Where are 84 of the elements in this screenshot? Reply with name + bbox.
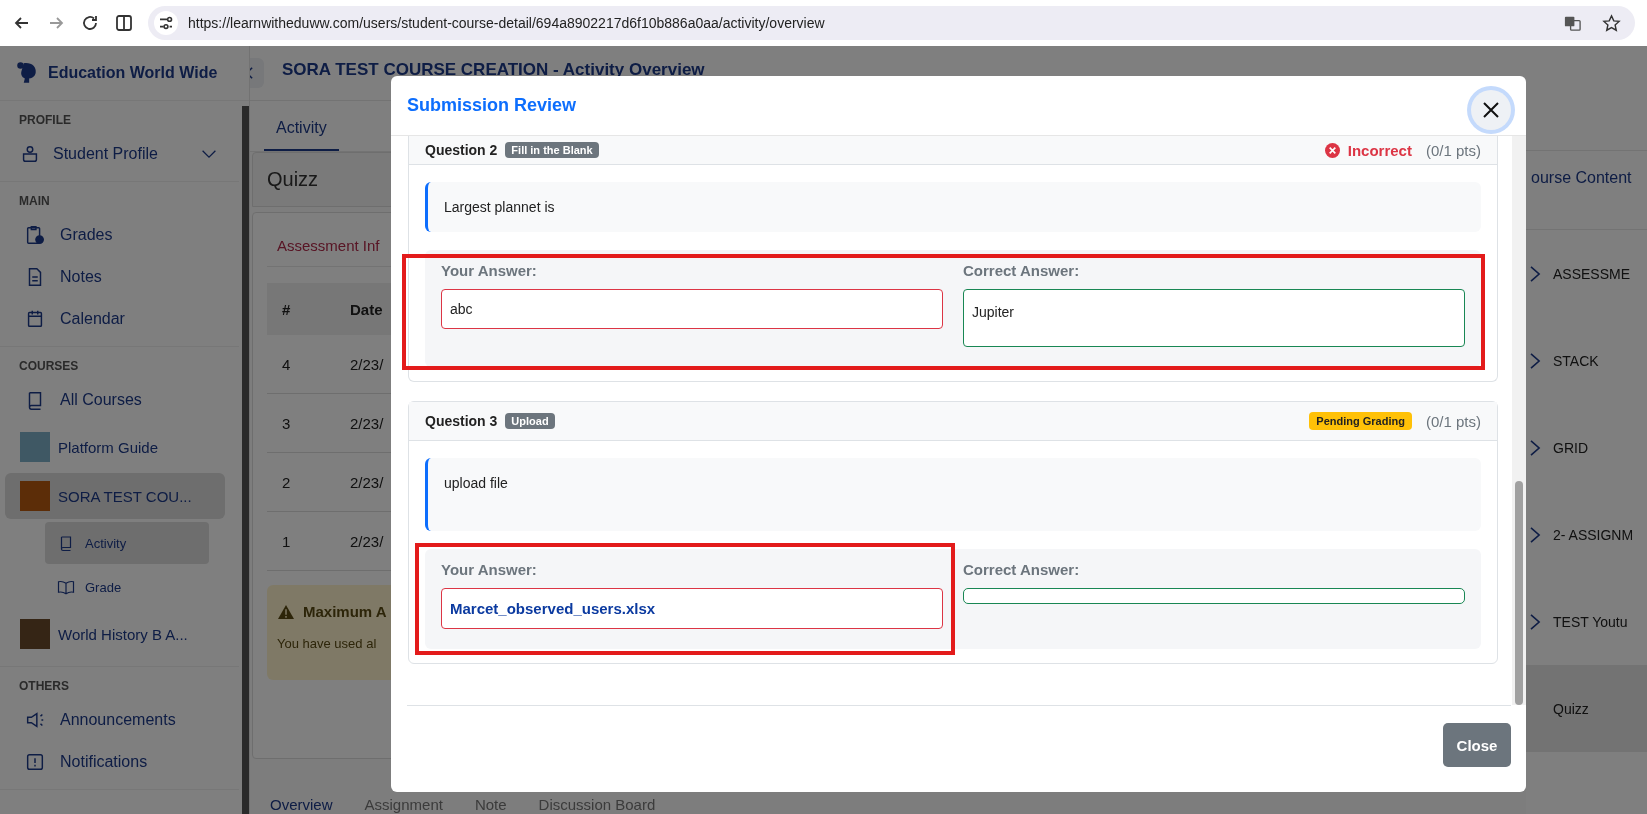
table-cell-text: 1	[281, 532, 292, 550]
scrollbar[interactable]	[242, 106, 249, 814]
nav-item[interactable]: Notifications	[0, 741, 239, 783]
nav-item[interactable]: Calendar	[0, 298, 239, 340]
table-cell: 2/23/	[350, 473, 384, 491]
sub-nav-item[interactable]: Activity	[45, 522, 209, 564]
close-button[interactable]: Close	[1443, 723, 1511, 767]
nav-item[interactable]: Student Profile	[0, 133, 239, 175]
content-item[interactable]: STACK	[1526, 317, 1647, 404]
tab[interactable]: Note	[474, 797, 507, 813]
section-title: Quizz	[267, 168, 319, 191]
table-cell-text: 2	[281, 473, 292, 491]
chevron-icon	[1530, 525, 1541, 544]
tab[interactable]: Overview	[270, 797, 333, 813]
answer-label: Your Answer:	[441, 561, 538, 578]
brand-name: Education World Wide	[48, 64, 218, 82]
error-icon	[1324, 142, 1340, 158]
section-heading: OTHERS	[18, 679, 70, 693]
alert-title: Maximum A	[303, 603, 387, 620]
course-thumbnail	[20, 432, 50, 462]
course-thumbnail	[20, 481, 50, 511]
table-cell-text: 3	[281, 414, 292, 432]
table-cell: 2/23/	[350, 355, 384, 373]
reload-icon[interactable]	[80, 13, 100, 33]
course-item[interactable]: SORA TEST COU...	[5, 473, 225, 519]
status-badge: Pending Grading	[1309, 412, 1412, 430]
address-bar[interactable]: https://learnwitheduww.com/users/student-course-detail/694a8902217d6f10b886a0aa/activity/overview	[148, 6, 1635, 40]
section-heading: COURSES	[18, 359, 80, 373]
nav-item[interactable]: Grades	[0, 214, 239, 256]
section-heading: MAIN	[18, 194, 51, 208]
warning-icon	[277, 603, 295, 620]
open-book-icon	[57, 578, 75, 596]
close-icon	[1481, 99, 1501, 120]
content-item[interactable]: Quizz	[1526, 665, 1647, 752]
column-header: #	[281, 300, 292, 318]
question-label: Question 2	[425, 142, 498, 158]
prompt-text: upload file	[444, 475, 508, 491]
prompt-text: Largest plannet is	[444, 199, 555, 215]
content-item[interactable]: ASSESSME	[1526, 230, 1647, 317]
table-cell-text: 4	[281, 355, 292, 373]
nav-item[interactable]: Announcements	[0, 699, 239, 741]
section-heading: PROFILE	[18, 113, 72, 127]
answer-label: Correct Answer:	[963, 561, 1081, 578]
your-answer-box: Marcet_observed_users.xlsx	[441, 588, 943, 629]
content-item[interactable]: GRID	[1526, 404, 1647, 491]
points: (0/1 pts)	[1425, 141, 1481, 159]
answer-label: Your Answer:	[441, 262, 538, 279]
close-button[interactable]	[1471, 89, 1511, 130]
chevron-icon[interactable]	[201, 149, 217, 159]
your-answer-box: abc	[441, 289, 943, 329]
question-label: Question 3	[425, 413, 498, 429]
table-cell: 2/23/	[350, 532, 384, 550]
content-item[interactable]: TEST Youtu	[1526, 578, 1647, 665]
alert-text: You have used al	[277, 636, 378, 651]
question-type-badge: Upload	[505, 413, 555, 429]
table-cell: 2/23/	[350, 414, 384, 432]
column-header: Date	[350, 300, 383, 318]
modal-title: Submission Review	[407, 95, 577, 116]
points: (0/1 pts)	[1425, 412, 1481, 430]
site-settings-icon[interactable]	[154, 11, 178, 35]
course-item[interactable]: World History B A...	[5, 611, 225, 657]
question-type-badge: Fill in the Blank	[505, 142, 599, 158]
page-title: SORA TEST COURSE CREATION - Activity Overview	[282, 60, 705, 80]
course-thumbnail	[20, 619, 50, 649]
nav-item[interactable]: Notes	[0, 256, 239, 298]
chevron-icon	[1530, 438, 1541, 457]
chevron-icon	[1530, 351, 1541, 370]
scrollbar[interactable]	[1512, 136, 1526, 705]
answer-label: Correct Answer:	[963, 262, 1081, 279]
megaphone-icon	[24, 709, 46, 731]
star-icon[interactable]	[1602, 13, 1621, 33]
chevron-icon	[1530, 612, 1541, 631]
grades-icon	[24, 224, 46, 246]
tab[interactable]: Assignment	[364, 797, 443, 813]
split-view-icon[interactable]	[114, 13, 134, 33]
correct-answer-box: Jupiter	[963, 289, 1465, 347]
course-item[interactable]: Platform Guide	[5, 424, 225, 470]
sub-nav-item[interactable]: Grade	[45, 566, 209, 608]
nav-item[interactable]: All Courses	[0, 379, 239, 421]
content-item[interactable]: 2- ASSIGNM	[1526, 491, 1647, 578]
alert-icon	[24, 751, 46, 773]
tab[interactable]: Discussion Board	[538, 797, 656, 813]
status-label: Incorrect	[1347, 141, 1412, 159]
chevron-icon	[1530, 264, 1541, 283]
